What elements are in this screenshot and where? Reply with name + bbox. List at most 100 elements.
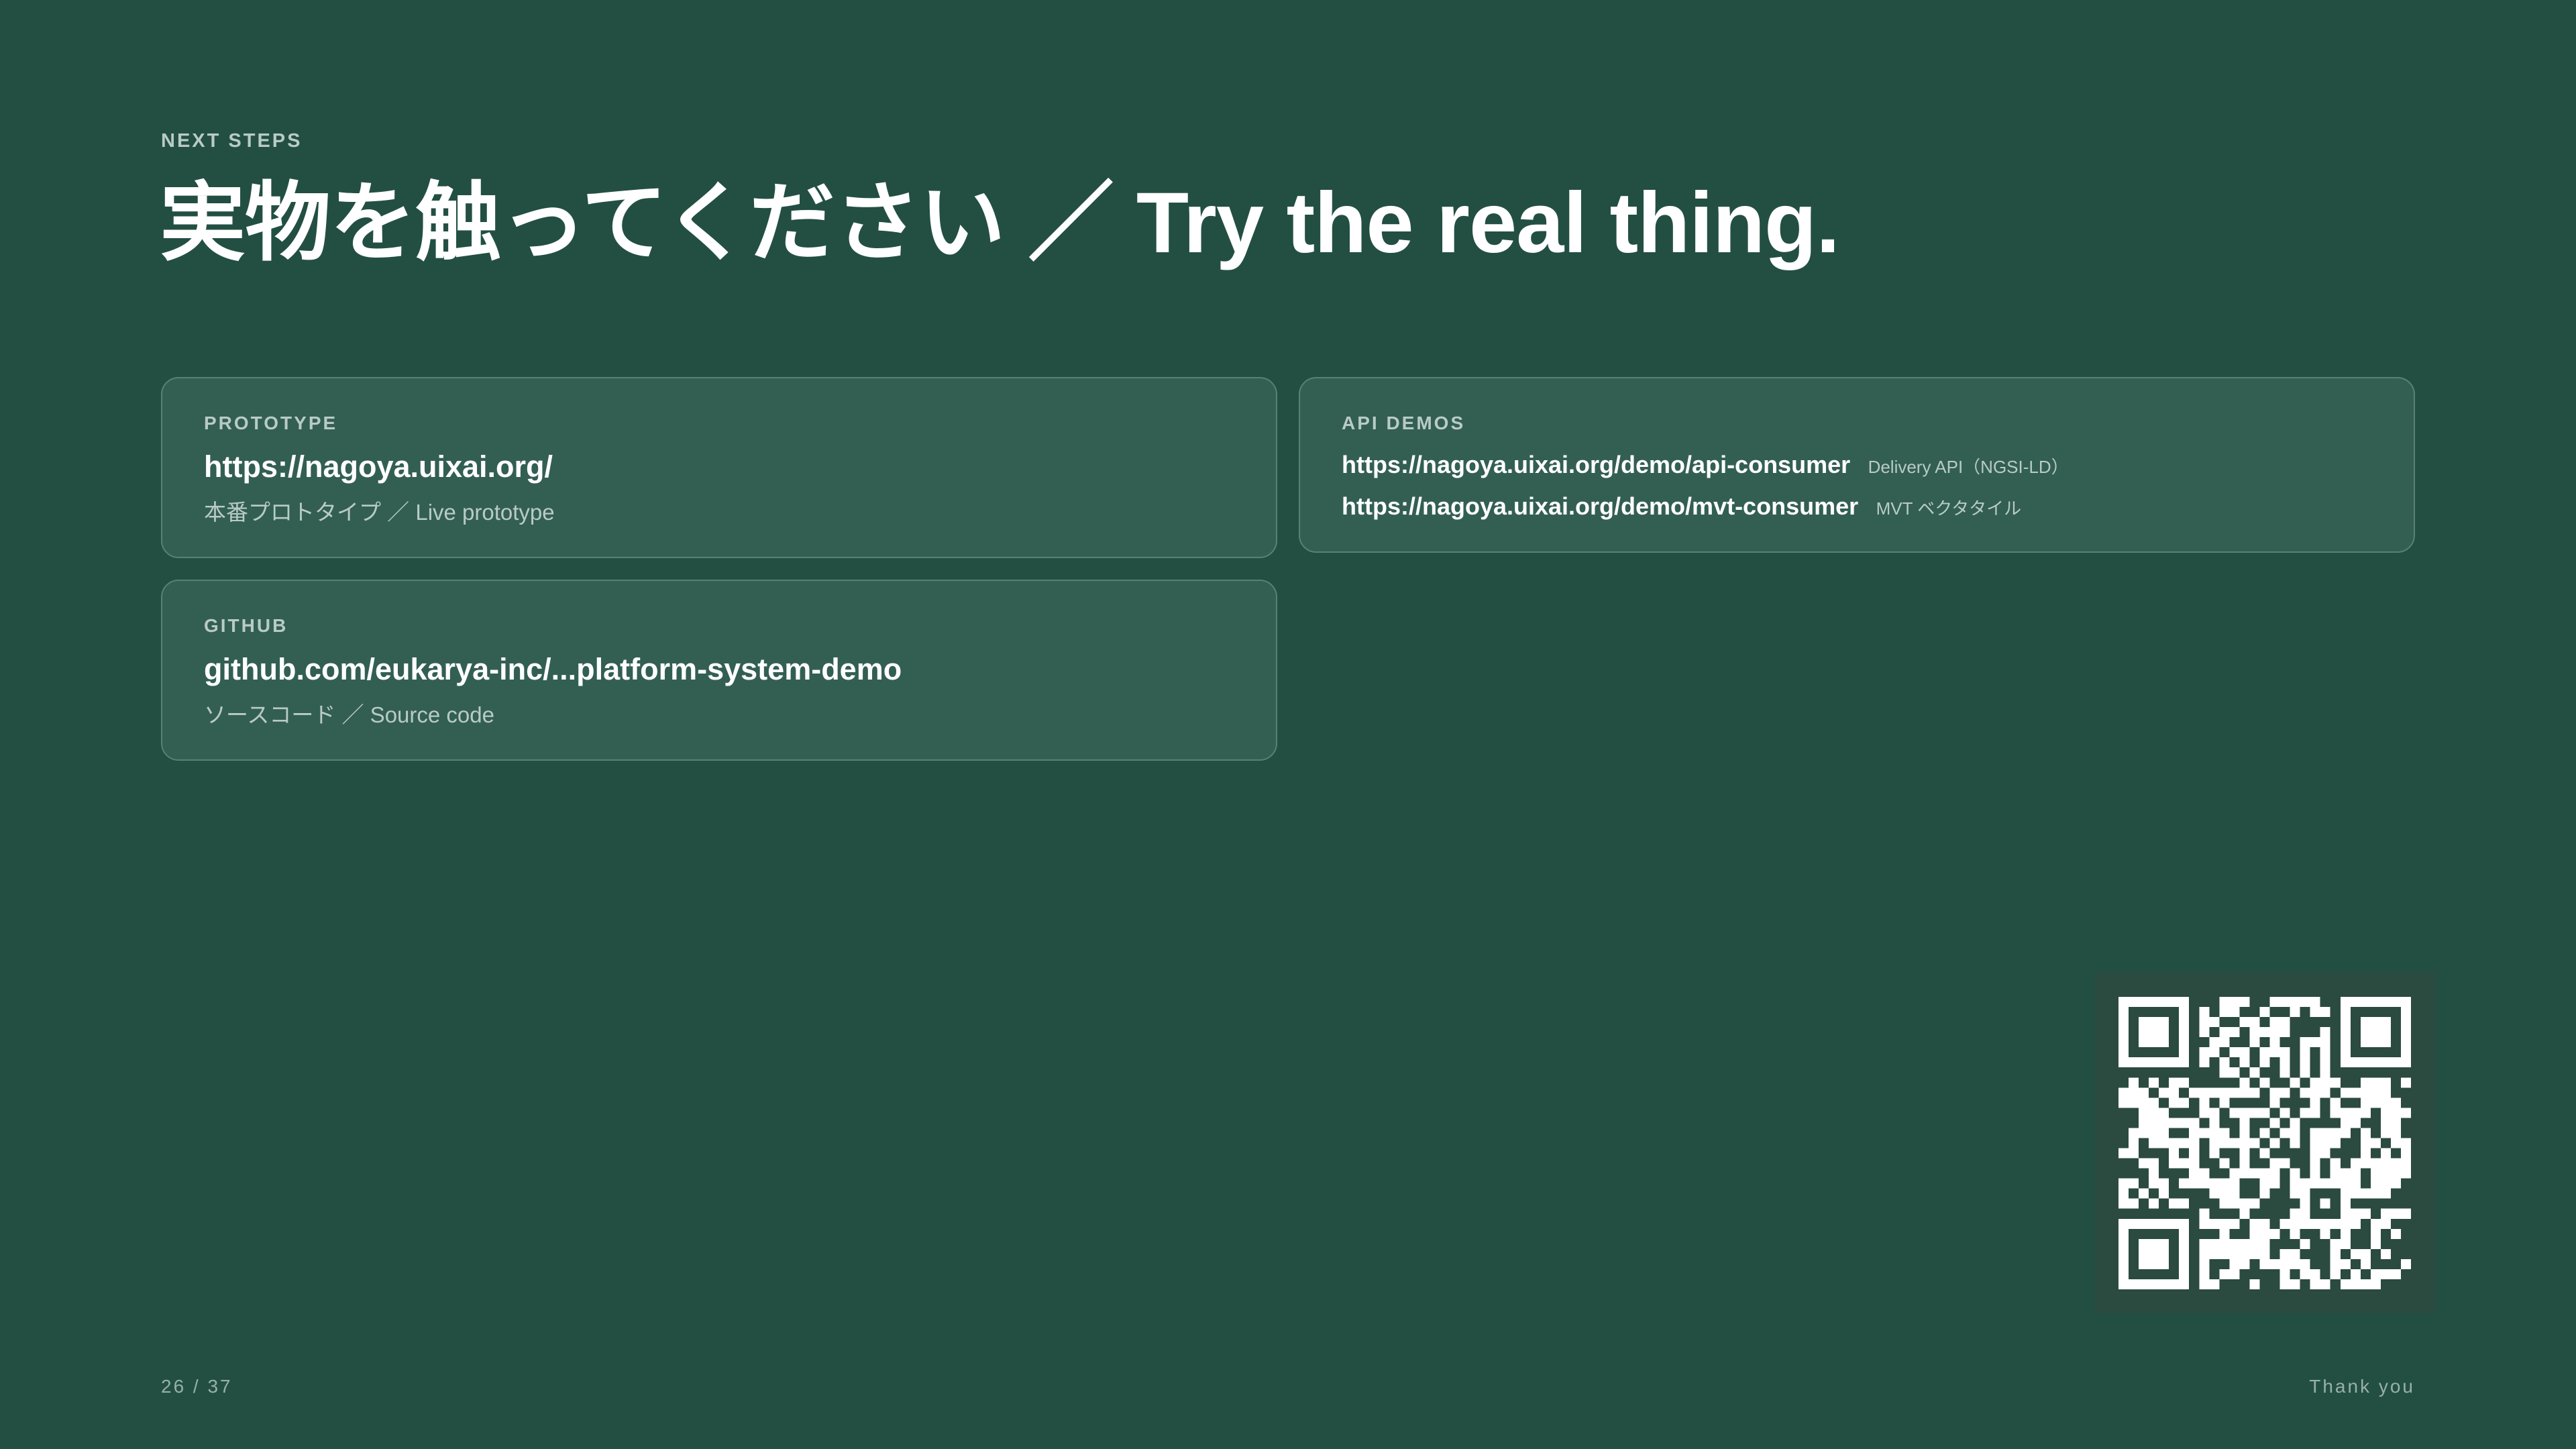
qr-module xyxy=(2219,1027,2230,1038)
qr-module xyxy=(2249,1198,2260,1209)
qr-module xyxy=(2360,1037,2371,1048)
prototype-link[interactable]: https://nagoya.uixai.org/ xyxy=(204,448,553,486)
qr-module xyxy=(2199,1047,2210,1058)
qr-module xyxy=(2370,1097,2381,1108)
qr-module xyxy=(2159,997,2169,1008)
qr-module xyxy=(2179,997,2190,1008)
qr-module xyxy=(2269,1047,2280,1058)
qr-module xyxy=(2139,1118,2149,1128)
qr-module xyxy=(2370,997,2381,1008)
qr-module xyxy=(2118,1047,2129,1058)
qr-module xyxy=(2229,1238,2240,1249)
qr-module xyxy=(2310,1218,2320,1229)
qr-module xyxy=(2118,1057,2129,1068)
qr-module xyxy=(2189,1087,2200,1098)
qr-module xyxy=(2340,1128,2351,1138)
qr-module xyxy=(2189,1178,2200,1189)
qr-module xyxy=(2219,1057,2230,1068)
qr-module xyxy=(2159,1057,2169,1068)
qr-code xyxy=(2094,973,2435,1313)
qr-module xyxy=(2290,1279,2300,1289)
qr-module xyxy=(2320,1037,2330,1048)
mvt-consumer-note: MVT ベクタタイル xyxy=(1876,498,2022,519)
qr-module xyxy=(2149,1168,2159,1179)
qr-module xyxy=(2118,1027,2129,1038)
qr-module xyxy=(2239,1168,2250,1179)
qr-module xyxy=(2279,1279,2290,1289)
qr-module xyxy=(2340,1118,2351,1128)
slide: NEXT STEPS 実物を触ってください ／ Try the real thi… xyxy=(0,0,2576,1449)
qr-module xyxy=(2239,1087,2250,1098)
qr-module xyxy=(2219,1188,2230,1199)
qr-module xyxy=(2310,1158,2320,1169)
api-consumer-link[interactable]: https://nagoya.uixai.org/demo/api-consum… xyxy=(1342,451,1850,478)
qr-module xyxy=(2279,1128,2290,1138)
qr-module xyxy=(2179,1248,2190,1259)
qr-module xyxy=(2279,1269,2290,1279)
qr-module xyxy=(2390,1208,2401,1219)
qr-module xyxy=(2380,1148,2391,1159)
github-link[interactable]: github.com/eukarya-inc/...platform-syste… xyxy=(204,651,902,688)
qr-module xyxy=(2139,1037,2149,1048)
qr-module xyxy=(2290,1208,2300,1219)
qr-module xyxy=(2239,1017,2250,1028)
qr-module xyxy=(2340,1208,2351,1219)
mvt-consumer-link[interactable]: https://nagoya.uixai.org/demo/mvt-consum… xyxy=(1342,492,1858,520)
qr-module xyxy=(2118,1238,2129,1249)
qr-module xyxy=(2340,997,2351,1008)
qr-module xyxy=(2310,1178,2320,1189)
qr-module xyxy=(2350,1087,2361,1098)
qr-module xyxy=(2360,1148,2371,1159)
qr-module xyxy=(2300,997,2310,1008)
qr-module xyxy=(2310,1138,2320,1148)
qr-module xyxy=(2169,1097,2180,1108)
qr-module xyxy=(2330,1158,2341,1169)
qr-module xyxy=(2290,1077,2300,1088)
qr-module xyxy=(2219,1218,2230,1229)
qr-module xyxy=(2129,1218,2139,1229)
prototype-card: PROTOTYPE https://nagoya.uixai.org/ 本番プロ… xyxy=(161,377,1277,558)
qr-module xyxy=(2390,1178,2401,1189)
qr-module xyxy=(2279,1047,2290,1058)
qr-module xyxy=(2249,1248,2260,1259)
qr-module xyxy=(2269,1017,2280,1028)
qr-module xyxy=(2360,1158,2371,1169)
qr-module xyxy=(2199,1238,2210,1249)
qr-module xyxy=(2290,1258,2300,1269)
qr-module xyxy=(2219,1097,2230,1108)
api-demos-card: API DEMOS https://nagoya.uixai.org/demo/… xyxy=(1299,377,2415,553)
qr-module xyxy=(2239,1238,2250,1249)
qr-module xyxy=(2199,1007,2210,1018)
qr-module xyxy=(2290,1218,2300,1229)
qr-module xyxy=(2279,1087,2290,1098)
qr-module xyxy=(2209,1087,2220,1098)
qr-module xyxy=(2400,1027,2411,1038)
qr-module xyxy=(2229,1188,2240,1199)
qr-module xyxy=(2229,1198,2240,1209)
qr-module xyxy=(2279,1057,2290,1068)
closing-text: Thank you xyxy=(2309,1376,2415,1397)
qr-module xyxy=(2330,1168,2341,1179)
qr-module xyxy=(2179,1118,2190,1128)
qr-module xyxy=(2300,1208,2310,1219)
qr-module xyxy=(2380,1269,2391,1279)
qr-module xyxy=(2159,1238,2169,1249)
qr-module xyxy=(2380,1017,2391,1028)
qr-module xyxy=(2310,1269,2320,1279)
qr-module xyxy=(2209,1188,2220,1199)
qr-module xyxy=(2400,1208,2411,1219)
qr-module xyxy=(2350,1208,2361,1219)
qr-module xyxy=(2380,1108,2391,1118)
qr-module xyxy=(2380,1248,2391,1259)
qr-module xyxy=(2219,1037,2230,1048)
qr-module xyxy=(2370,1057,2381,1068)
qr-module xyxy=(2350,1168,2361,1179)
qr-module xyxy=(2129,1148,2139,1159)
qr-module xyxy=(2219,1158,2230,1169)
qr-module xyxy=(2290,1178,2300,1189)
qr-module xyxy=(2340,1228,2351,1239)
qr-module xyxy=(2179,1228,2190,1239)
qr-module xyxy=(2159,1279,2169,1289)
qr-module xyxy=(2118,997,2129,1008)
qr-module xyxy=(2179,1258,2190,1269)
